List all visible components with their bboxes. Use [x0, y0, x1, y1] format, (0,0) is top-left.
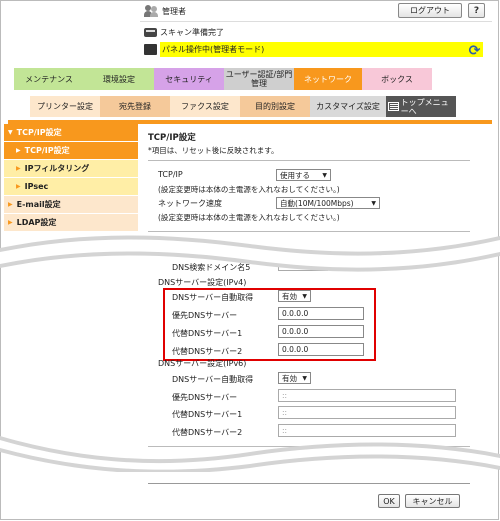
reset-note: *項目は、リセット後に反映されます。 [148, 146, 279, 155]
panel-lock-icon [144, 44, 157, 55]
footer-divider [148, 483, 470, 484]
admin-users-icon [144, 5, 158, 17]
refresh-icon[interactable]: ⟳ [466, 42, 483, 59]
tcpip-select[interactable]: 使用する ▼ [276, 169, 331, 181]
network-speed-value: 自動(10M/100Mbps) [280, 198, 354, 208]
ipv6-auto-value: 有効 [282, 373, 297, 383]
sidebar-item-ip-filtering[interactable]: ▶ IPフィルタリング [4, 160, 138, 178]
sidebar-item-ldap[interactable]: ▶ LDAP設定 [4, 214, 138, 232]
dns-search-domain-label: DNS検索ドメイン名5 [172, 263, 251, 272]
sidebar-item-label: LDAP設定 [16, 218, 57, 227]
reboot-note: (設定変更時は本体の主電源を入れなおしてください。) [158, 213, 340, 222]
tab-purpose-settings[interactable]: 目的別設定 [240, 96, 310, 117]
triangle-right-icon: ▶ [16, 183, 21, 190]
triangle-right-icon: ▶ [8, 201, 13, 208]
ipv6-alt2-dns-field[interactable]: :: [278, 424, 456, 437]
triangle-down-icon: ▼ [8, 129, 13, 136]
tab-user-auth[interactable]: ユーザー認証/部門管理 [224, 68, 294, 90]
tcpip-select-value: 使用する [280, 170, 310, 180]
chevron-down-icon: ▼ [371, 200, 376, 207]
ipv6-alt1-label: 代替DNSサーバー1 [172, 410, 243, 419]
scanner-icon [144, 28, 157, 37]
tab-address-registration[interactable]: 宛先登録 [100, 96, 170, 117]
ipv6-auto-select[interactable]: 有効 ▼ [278, 372, 311, 384]
tab-box[interactable]: ボックス [362, 68, 432, 90]
page-title: TCP/IP設定 [148, 133, 196, 143]
chevron-down-icon: ▼ [302, 375, 307, 382]
network-speed-select[interactable]: 自動(10M/100Mbps) ▼ [276, 197, 380, 209]
highlight-box [163, 288, 376, 361]
ipv6-primary-label: 優先DNSサーバー [172, 393, 238, 402]
user-indicator: 管理者 [144, 4, 186, 18]
tab-network[interactable]: ネットワーク [294, 68, 362, 90]
sidebar-item-ipsec[interactable]: ▶ IPsec [4, 178, 138, 196]
tab-printer-settings[interactable]: プリンター設定 [30, 96, 100, 117]
sidebar: ▼ TCP/IP設定 ▶ TCP/IP設定 ▶ IPフィルタリング ▶ IPse… [4, 124, 138, 232]
dns-ipv6-section-label: DNSサーバー設定(IPv6) [158, 359, 247, 368]
lpd-label: LPD [158, 462, 174, 471]
sidebar-item-label: TCP/IP設定 [16, 128, 62, 137]
menu-icon [388, 102, 399, 111]
network-speed-label: ネットワーク速度 [158, 199, 222, 208]
tab-environment[interactable]: 環境設定 [84, 68, 154, 90]
reboot-note: (設定変更時は本体の主電源を入れなおしてください。) [158, 185, 340, 194]
ok-button[interactable]: OK [378, 494, 400, 508]
tab-customize-settings[interactable]: カスタマイズ設定 [310, 96, 386, 117]
sidebar-item-email[interactable]: ▶ E-mail設定 [4, 196, 138, 214]
logout-button[interactable]: ログアウト [398, 3, 462, 18]
triangle-right-icon: ▶ [8, 219, 13, 226]
tab-maintenance[interactable]: メンテナンス [14, 68, 84, 90]
cancel-button[interactable]: キャンセル [405, 494, 460, 508]
top-menu-label: トップメニューへ [400, 97, 449, 116]
ipv6-primary-dns-field[interactable]: :: [278, 389, 456, 402]
chevron-down-icon: ▼ [322, 172, 327, 179]
sidebar-item-tcpip-group[interactable]: ▼ TCP/IP設定 [4, 124, 138, 142]
sidebar-item-tcpip[interactable]: ▶ TCP/IP設定 [4, 142, 138, 160]
help-button[interactable]: ? [468, 3, 485, 18]
section-divider [148, 446, 470, 447]
triangle-right-icon: ▶ [16, 147, 21, 154]
main-tabs: メンテナンス 環境設定 セキュリティ ユーザー認証/部門管理 ネットワーク ボッ… [14, 68, 432, 90]
title-divider [148, 160, 470, 161]
tcpip-label: TCP/IP [158, 170, 183, 179]
top-menu-button[interactable]: トップメニューへ [386, 96, 456, 117]
scan-status-text: スキャン準備完了 [160, 28, 224, 37]
dns-search-domain-field[interactable] [278, 260, 328, 271]
triangle-right-icon: ▶ [16, 165, 21, 172]
header-divider [140, 21, 492, 22]
user-label: 管理者 [162, 6, 186, 16]
tab-security[interactable]: セキュリティ [154, 68, 224, 90]
tab-fax-settings[interactable]: ファクス設定 [170, 96, 240, 117]
sidebar-item-label: IPsec [24, 182, 49, 191]
dns-ipv4-section-label: DNSサーバー設定(IPv4) [158, 278, 247, 287]
section-divider [148, 231, 470, 232]
panel-status-text: パネル操作中(管理者モード) [160, 42, 483, 57]
ipv6-alt1-dns-field[interactable]: :: [278, 406, 456, 419]
panel-status: パネル操作中(管理者モード) [144, 42, 483, 57]
ipv6-auto-label: DNSサーバー自動取得 [172, 375, 254, 384]
sidebar-item-label: TCP/IP設定 [24, 146, 70, 155]
scan-status: スキャン準備完了 [144, 27, 224, 38]
ipv6-alt2-label: 代替DNSサーバー2 [172, 428, 243, 437]
sub-tabs: プリンター設定 宛先登録 ファクス設定 目的別設定 カスタマイズ設定 トップメニ… [30, 96, 456, 117]
sidebar-item-label: E-mail設定 [16, 200, 61, 209]
sidebar-item-label: IPフィルタリング [24, 164, 90, 173]
